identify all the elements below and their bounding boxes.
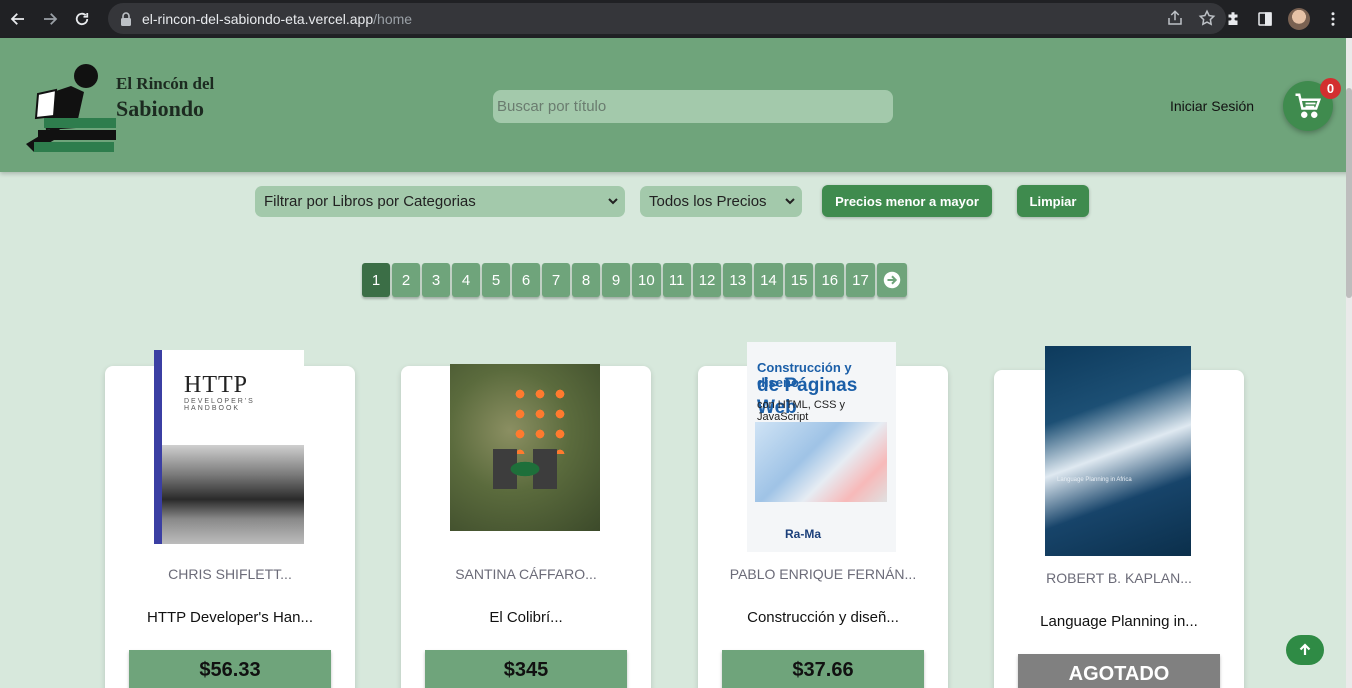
book-card[interactable]: Construcción y diseño de Páginas Web con… [698, 342, 948, 688]
book-author: ROBERT B. KAPLAN... [1046, 570, 1192, 586]
url-host: el-rincon-del-sabiondo-eta.vercel.app [142, 10, 374, 27]
logo-line-2: Sabiondo [116, 96, 205, 121]
shopping-cart-icon [1295, 93, 1322, 118]
cover-title: HTTP [184, 372, 248, 398]
book-price-button[interactable]: $345 [425, 650, 627, 688]
clear-filters-button[interactable]: Limpiar [1017, 185, 1089, 217]
bookmark-star-icon[interactable] [1198, 9, 1216, 27]
scrollbar-thumb[interactable] [1346, 88, 1352, 298]
book-author: CHRIS SHIFLETT... [168, 566, 292, 582]
page-button-1[interactable]: 1 [362, 263, 390, 297]
url-path: /home [373, 10, 413, 27]
page-button-14[interactable]: 14 [754, 263, 783, 297]
page-button-16[interactable]: 16 [815, 263, 845, 297]
arrow-up-icon [1299, 643, 1311, 655]
page-button-13[interactable]: 13 [723, 263, 753, 297]
cover-subtitle: DEVELOPER'S HANDBOOK [184, 398, 255, 412]
sold-out-badge: AGOTADO [1018, 654, 1220, 688]
book-cover-image[interactable] [450, 364, 600, 531]
share-icon[interactable] [1166, 9, 1184, 27]
hummingbird-illustration [485, 449, 565, 489]
forward-icon[interactable] [36, 5, 64, 33]
page-button-15[interactable]: 15 [784, 263, 814, 297]
price-filter-value: Todos los Precios [649, 193, 767, 210]
scroll-to-top-button[interactable] [1286, 635, 1324, 665]
book-cover-image[interactable]: HTTP DEVELOPER'S HANDBOOK [154, 350, 304, 544]
book-cover-image[interactable]: Construcción y diseño de Páginas Web con… [747, 342, 896, 552]
side-panel-icon[interactable] [1256, 10, 1274, 28]
logo-reader-icon[interactable] [16, 56, 120, 156]
cover-line-3: con HTML, CSS y JavaScript [757, 399, 846, 423]
extensions-icon[interactable] [1224, 10, 1242, 28]
book-card[interactable]: Language Planning in Africa ROBERT B. KA… [994, 346, 1244, 688]
book-card[interactable]: HTTP DEVELOPER'S HANDBOOK CHRIS SHIFLETT… [105, 350, 355, 688]
book-title[interactable]: Construcción y diseñ... [698, 609, 948, 626]
browser-toolbar: el-rincon-del-sabiondo-eta.vercel.app/ho… [0, 0, 1352, 38]
book-price-button[interactable]: $37.66 [722, 650, 924, 688]
book-title[interactable]: Language Planning in... [994, 613, 1244, 630]
book-title[interactable]: El Colibrí... [401, 609, 651, 626]
pagination: 1 2 3 4 5 6 7 8 9 10 11 12 13 14 15 16 1… [362, 263, 907, 297]
page-button-4[interactable]: 4 [452, 263, 480, 297]
page-scrollbar[interactable] [1346, 38, 1352, 688]
book-title[interactable]: HTTP Developer's Han... [105, 609, 355, 626]
profile-avatar[interactable] [1288, 8, 1310, 30]
chevron-down-icon [785, 198, 795, 205]
cart-count-badge: 0 [1320, 78, 1341, 99]
category-filter-value: Filtrar por Libros por Categorias [264, 193, 476, 210]
next-page-button[interactable] [876, 263, 907, 297]
chevron-down-icon [608, 198, 618, 205]
login-link[interactable]: Iniciar Sesión [1170, 98, 1254, 114]
cover-artwork [755, 422, 887, 502]
page-button-9[interactable]: 9 [602, 263, 630, 297]
reload-icon[interactable] [68, 5, 96, 33]
cover-photo [162, 445, 304, 544]
arrow-right-circle-icon [883, 271, 901, 289]
site-logo-text[interactable]: El Rincón del Sabiondo [116, 74, 214, 122]
category-filter-select[interactable]: Filtrar por Libros por Categorias [255, 186, 625, 217]
lock-icon [121, 11, 131, 26]
menu-dots-icon[interactable] [1324, 10, 1342, 28]
page-button-8[interactable]: 8 [572, 263, 600, 297]
site-header: El Rincón del Sabiondo Iniciar Sesión 0 [0, 38, 1352, 172]
page-button-2[interactable]: 2 [392, 263, 420, 297]
book-author: PABLO ENRIQUE FERNÁN... [729, 566, 917, 582]
back-icon[interactable] [4, 5, 32, 33]
sort-price-button[interactable]: Precios menor a mayor [822, 185, 992, 217]
address-bar[interactable]: el-rincon-del-sabiondo-eta.vercel.app/ho… [108, 3, 1226, 34]
book-card[interactable]: SANTINA CÁFFARO... El Colibrí... $345 [401, 364, 651, 688]
page-button-3[interactable]: 3 [422, 263, 450, 297]
book-price-button[interactable]: $56.33 [129, 650, 331, 688]
book-author: SANTINA CÁFFARO... [455, 566, 597, 582]
cover-text: Language Planning in Africa [1057, 477, 1132, 483]
price-filter-select[interactable]: Todos los Precios [640, 186, 802, 217]
cover-publisher: Ra-Ma [785, 527, 822, 541]
page-button-10[interactable]: 10 [632, 263, 661, 297]
page-button-7[interactable]: 7 [542, 263, 570, 297]
search-input[interactable] [493, 90, 893, 123]
logo-line-1: El Rincón del [116, 74, 215, 93]
cover-flowers [510, 384, 570, 454]
page-button-11[interactable]: 11 [662, 263, 691, 297]
page-button-6[interactable]: 6 [512, 263, 540, 297]
book-cover-image[interactable]: Language Planning in Africa [1045, 346, 1191, 556]
page-button-17[interactable]: 17 [846, 263, 875, 297]
page-button-12[interactable]: 12 [692, 263, 722, 297]
page-button-5[interactable]: 5 [482, 263, 510, 297]
